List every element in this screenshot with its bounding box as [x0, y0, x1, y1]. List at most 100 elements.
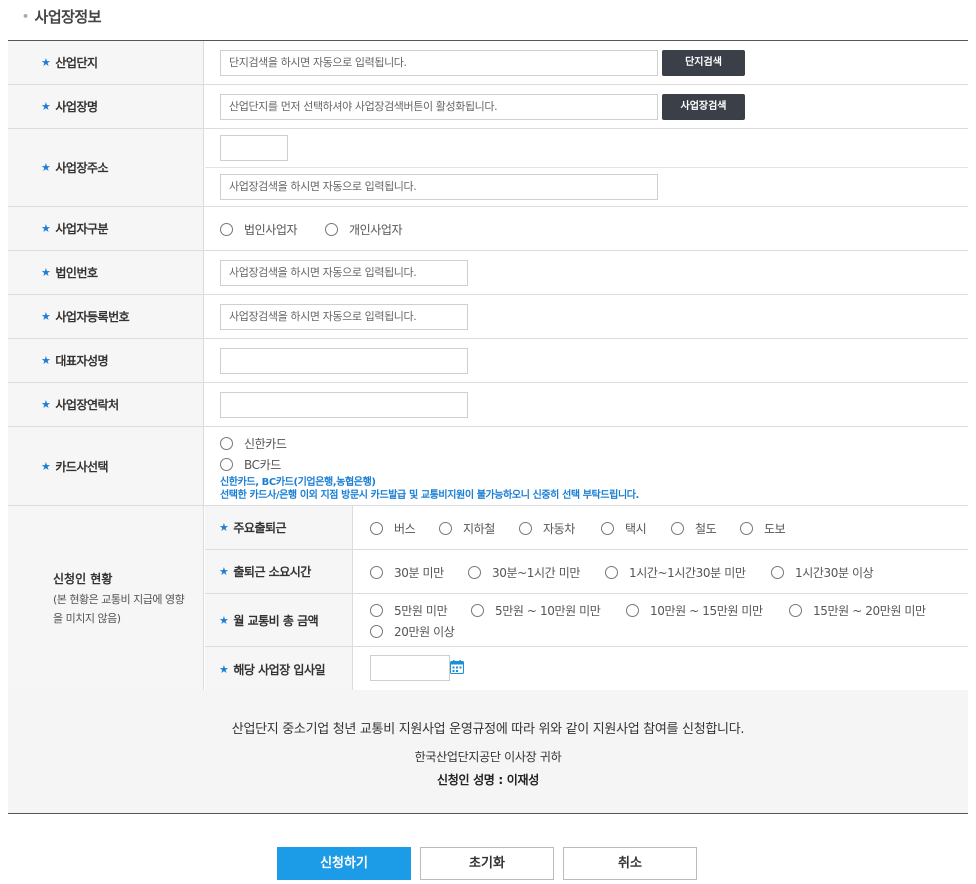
radio-cost-5[interactable]: 20만원 이상: [370, 623, 455, 640]
reset-button[interactable]: 초기화: [420, 847, 554, 880]
radio-circle-icon: [740, 522, 753, 535]
required-star-icon: ★: [41, 222, 51, 235]
radio-circle-icon: [626, 604, 639, 617]
label-business-type: ★ 사업자구분: [8, 207, 204, 250]
required-star-icon: ★: [41, 459, 51, 473]
label-commute-time: ★ 출퇴근 소요시간: [205, 550, 353, 593]
radio-circle-icon: [671, 522, 684, 535]
ceo-name-input[interactable]: [220, 348, 468, 374]
radio-circle-icon: [220, 223, 233, 236]
radio-bus[interactable]: 버스: [370, 520, 416, 537]
radio-circle-icon: [789, 604, 802, 617]
label-join-date: ★ 해당 사업장 입사일: [205, 647, 353, 691]
row-ceo-name: ★ 대표자성명: [8, 339, 968, 383]
applicant-label: 신청인 현황 (본 현황은 교통비 지급에 영향을 미치지 않음): [8, 506, 204, 690]
row-commute-time: ★ 출퇴근 소요시간 30분 미만 30분~1시간 미만 1시간~1시간30분 미…: [205, 550, 968, 594]
radio-shinhan[interactable]: 신한카드: [220, 435, 287, 452]
radio-taxi[interactable]: 택시: [601, 520, 647, 537]
row-workplace-name: ★ 사업장명 산업단지를 먼저 선택하셔야 사업장검색버튼이 활성화됩니다. 사업…: [8, 85, 968, 129]
row-contact: ★ 사업장연락처: [8, 383, 968, 427]
row-applicant: 신청인 현황 (본 현황은 교통비 지급에 영향을 미치지 않음) ★ 주요출퇴근…: [8, 506, 968, 691]
workplace-search-button[interactable]: 사업장검색: [662, 94, 745, 120]
radio-cost-1[interactable]: 5만원 미만: [370, 602, 448, 619]
label-monthly-cost: ★ 월 교통비 총 금액: [205, 594, 353, 646]
bullet-icon: •: [22, 10, 29, 23]
row-corp-number: ★ 법인번호 사업장검색을 하시면 자동으로 입력됩니다.: [8, 251, 968, 295]
label-workplace-name: ★ 사업장명: [8, 85, 204, 128]
label-commute-mode: ★ 주요출퇴근: [205, 506, 353, 549]
row-commute-mode: ★ 주요출퇴근 버스 지하철 자동차 택시 철도 도보: [205, 506, 968, 550]
radio-time-4[interactable]: 1시간30분 이상: [771, 564, 874, 581]
radio-circle-icon: [325, 223, 338, 236]
row-address: ★ 사업장주소 사업장검색을 하시면 자동으로 입력됩니다.: [8, 129, 968, 207]
join-date-input[interactable]: [370, 655, 450, 681]
agreement-recipient: 한국산업단지공단 이사장 귀하: [414, 750, 562, 764]
label-card: ★ 카드사선택: [8, 427, 204, 505]
card-note-warning: 선택한 카드사/은행 이외 지점 방문시 카드발급 및 교통비지원이 불가능하오…: [220, 490, 639, 501]
required-star-icon: ★: [219, 565, 229, 578]
radio-circle-icon: [471, 604, 484, 617]
radio-subway[interactable]: 지하철: [439, 520, 495, 537]
row-biz-reg-number: ★ 사업자등록번호 사업장검색을 하시면 자동으로 입력됩니다.: [8, 295, 968, 339]
radio-circle-icon: [468, 566, 481, 579]
label-complex: ★ 산업단지: [8, 41, 204, 84]
required-star-icon: ★: [41, 398, 51, 411]
required-star-icon: ★: [219, 521, 229, 534]
radio-cost-3[interactable]: 10만원 ~ 15만원 미만: [626, 602, 763, 619]
radio-time-3[interactable]: 1시간~1시간30분 미만: [605, 564, 746, 581]
radio-circle-icon: [605, 566, 618, 579]
agreement-box: 산업단지 중소기업 청년 교통비 지원사업 운영규정에 따라 위와 같이 지원사…: [8, 690, 968, 814]
row-card: ★ 카드사선택 신한카드 BC카드 신한카드, BC카드(기업은행,농협은행) 선…: [8, 427, 968, 506]
radio-circle-icon: [771, 566, 784, 579]
required-star-icon: ★: [41, 56, 51, 69]
radio-rail[interactable]: 철도: [671, 520, 717, 537]
row-business-type: ★ 사업자구분 법인사업자 개인사업자: [8, 207, 968, 251]
radio-circle-icon: [519, 522, 532, 535]
required-star-icon: ★: [41, 266, 51, 279]
radio-corporate[interactable]: 법인사업자: [220, 221, 298, 238]
row-monthly-cost: ★ 월 교통비 총 금액 5만원 미만 5만원 ~ 10만원 미만 10만원 ~ …: [205, 594, 968, 647]
radio-circle-icon: [601, 522, 614, 535]
radio-car[interactable]: 자동차: [519, 520, 575, 537]
required-star-icon: ★: [41, 354, 51, 367]
label-biz-reg-number: ★ 사업자등록번호: [8, 295, 204, 338]
row-join-date: ★ 해당 사업장 입사일: [205, 647, 968, 691]
radio-cost-2[interactable]: 5만원 ~ 10만원 미만: [471, 602, 601, 619]
radio-time-1[interactable]: 30분 미만: [370, 564, 444, 581]
required-star-icon: ★: [219, 662, 229, 676]
agreement-statement: 산업단지 중소기업 청년 교통비 지원사업 운영규정에 따라 위와 같이 지원사…: [231, 722, 745, 737]
radio-circle-icon: [220, 437, 233, 450]
label-corp-number: ★ 법인번호: [8, 251, 204, 294]
radio-circle-icon: [370, 522, 383, 535]
label-contact: ★ 사업장연락처: [8, 383, 204, 426]
cancel-button[interactable]: 취소: [563, 847, 697, 880]
section-title: • 사업장정보: [22, 8, 102, 26]
corp-number-input[interactable]: 사업장검색을 하시면 자동으로 입력됩니다.: [220, 260, 468, 286]
required-star-icon: ★: [41, 310, 51, 323]
radio-circle-icon: [220, 458, 233, 471]
label-address: ★ 사업장주소: [8, 129, 204, 206]
calendar-icon[interactable]: [450, 660, 464, 674]
radio-walk[interactable]: 도보: [740, 520, 786, 537]
address-input[interactable]: 사업장검색을 하시면 자동으로 입력됩니다.: [220, 174, 658, 200]
radio-circle-icon: [439, 522, 452, 535]
radio-circle-icon: [370, 625, 383, 638]
workplace-form: ★ 산업단지 단지검색을 하시면 자동으로 입력됩니다. 단지검색 ★ 사업장명 산…: [8, 40, 968, 691]
radio-cost-4[interactable]: 15만원 ~ 20만원 미만: [789, 602, 926, 619]
complex-search-button[interactable]: 단지검색: [662, 50, 745, 76]
required-star-icon: ★: [219, 613, 229, 627]
radio-circle-icon: [370, 566, 383, 579]
label-ceo-name: ★ 대표자성명: [8, 339, 204, 382]
required-star-icon: ★: [41, 100, 51, 113]
biz-reg-number-input[interactable]: 사업장검색을 하시면 자동으로 입력됩니다.: [220, 304, 468, 330]
radio-individual[interactable]: 개인사업자: [325, 221, 403, 238]
complex-input[interactable]: 단지검색을 하시면 자동으로 입력됩니다.: [220, 50, 658, 76]
zipcode-input[interactable]: [220, 135, 288, 161]
applicant-name: 신청인 성명 : 이재성: [436, 773, 540, 787]
workplace-name-input[interactable]: 산업단지를 먼저 선택하셔야 사업장검색버튼이 활성화됩니다.: [220, 94, 658, 120]
submit-button[interactable]: 신청하기: [277, 847, 411, 880]
radio-time-2[interactable]: 30분~1시간 미만: [468, 564, 580, 581]
radio-bc[interactable]: BC카드: [220, 456, 281, 473]
contact-input[interactable]: [220, 392, 468, 418]
required-star-icon: ★: [41, 161, 51, 174]
